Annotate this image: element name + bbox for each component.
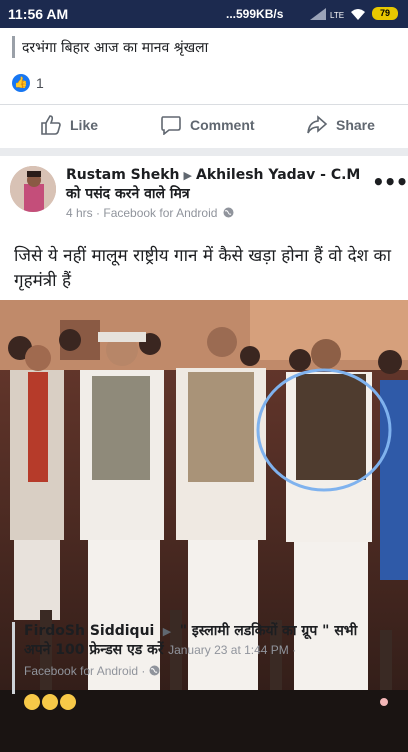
reaction-count[interactable]: 1: [36, 75, 44, 91]
profile-photo: [10, 166, 56, 212]
like-button[interactable]: Like: [40, 115, 98, 135]
grinning-emoji-icon: [60, 694, 76, 710]
arrow-right-icon: ▶: [183, 169, 192, 182]
share-icon: [307, 115, 328, 134]
like-reaction-icon[interactable]: 👍: [12, 74, 30, 92]
shared-post-source: Facebook for Android: [24, 664, 139, 678]
laughing-emoji-icon: [24, 694, 40, 710]
svg-text:LTE: LTE: [330, 11, 344, 20]
post-card: Rustam Shekh ▶ Akhilesh Yadav - C.M को पसं…: [0, 156, 408, 752]
comment-icon: [161, 116, 181, 135]
post-text: जिसे ये नहीं मालूम राष्ट्रीय गान में कैस…: [14, 246, 392, 291]
like-label: Like: [70, 117, 99, 133]
emoji-row: [24, 694, 78, 714]
post-actions: Like Comment Share: [0, 104, 408, 149]
share-button[interactable]: Share: [306, 115, 375, 135]
quote-bar: [12, 36, 15, 58]
globe-icon: [149, 665, 160, 676]
share-label: Share: [336, 117, 375, 133]
post-meta: 4 hrs · Facebook for Android: [66, 206, 234, 220]
globe-icon: [223, 207, 234, 218]
shared-author-name[interactable]: FirdoSh Siddiqui: [24, 623, 154, 639]
comment-button[interactable]: Comment: [160, 115, 255, 135]
shared-post-header: FirdoSh Siddiqui ▶ " इस्लामी लडकियों का …: [24, 623, 358, 658]
clock: 11:56 AM: [8, 6, 69, 22]
comment-label: Comment: [190, 117, 255, 133]
shared-post-meta: Facebook for Android ·: [24, 664, 160, 678]
volte-icon: LTE: [330, 11, 344, 20]
battery-indicator: 79: [372, 7, 398, 20]
previous-post-text: दरभंगा बिहार आज का मानव श्रृंखला: [22, 40, 209, 56]
more-options-icon[interactable]: •••: [372, 170, 408, 194]
post-header: Rustam Shekh ▶ Akhilesh Yadav - C.M को पसं…: [66, 166, 366, 204]
previous-post-card: दरभंगा बिहार आज का मानव श्रृंखला 👍 1 Lik…: [0, 28, 408, 148]
post-photo[interactable]: [0, 300, 408, 752]
arrow-right-icon: ▶: [162, 625, 172, 638]
avatar[interactable]: [10, 166, 56, 212]
author-name[interactable]: Rustam Shekh: [66, 167, 180, 183]
notification-dot: [380, 698, 388, 706]
post-time[interactable]: 4 hrs: [66, 206, 93, 220]
thumbs-up-icon: [41, 115, 61, 135]
shared-post-date[interactable]: January 23 at 1:44 PM: [168, 643, 289, 657]
network-speed: ...599KB/s: [226, 7, 284, 21]
wifi-icon: [351, 9, 365, 20]
status-bar: 11:56 AM ...599KB/s LTE 79: [0, 0, 408, 28]
ceremony-photo: [0, 300, 408, 752]
post-source: Facebook for Android: [103, 206, 218, 220]
laughing-emoji-icon: [42, 694, 58, 710]
signal-icon: [310, 8, 326, 20]
